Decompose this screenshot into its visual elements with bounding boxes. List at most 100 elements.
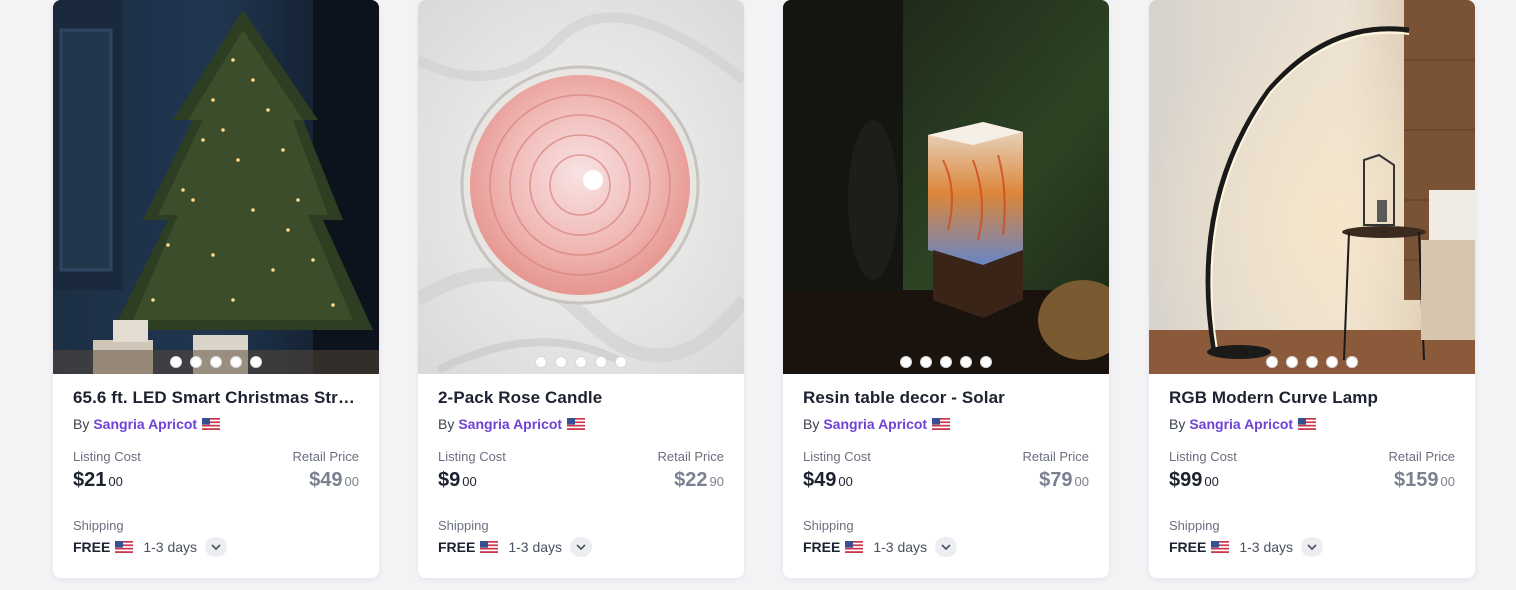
shipping-label: Shipping — [803, 518, 854, 533]
carousel-dot[interactable] — [555, 356, 567, 368]
retail-price-label: Retail Price — [1022, 449, 1089, 464]
carousel-dot[interactable] — [575, 356, 587, 368]
seller-line: By Sangria Apricot — [438, 415, 724, 433]
carousel-dot[interactable] — [190, 356, 202, 368]
shipping-days: 1-3 days — [873, 539, 928, 555]
listing-cost: Listing Cost $9 00 — [438, 449, 506, 492]
price-row: Listing Cost $21 00 Retail Price $49 00 — [73, 449, 359, 492]
product-image-carousel[interactable] — [418, 0, 744, 374]
listing-cost-value: $21 00 — [73, 468, 141, 492]
carousel-dots — [783, 356, 1109, 368]
listing-dollars: $49 — [803, 469, 837, 491]
retail-dollars: $49 — [309, 469, 343, 491]
product-title[interactable]: Resin table decor - Solar — [803, 387, 1089, 409]
carousel-dot[interactable] — [960, 356, 972, 368]
shipping-expand-button[interactable] — [1301, 537, 1324, 557]
carousel-dot[interactable] — [1306, 356, 1318, 368]
carousel-dot[interactable] — [1326, 356, 1338, 368]
us-flag-icon — [845, 541, 864, 553]
shipping-row: FREE 1-3 days — [73, 537, 359, 557]
carousel-dot[interactable] — [230, 356, 242, 368]
listing-cost: Listing Cost $99 00 — [1169, 449, 1237, 492]
listing-cost-label: Listing Cost — [803, 449, 871, 464]
shipping-expand-button[interactable] — [205, 537, 228, 557]
listing-cents: 00 — [1204, 474, 1219, 489]
shipping-free: FREE — [73, 539, 111, 555]
listing-dollars: $21 — [73, 469, 107, 491]
product-image-carousel[interactable] — [53, 0, 379, 374]
seller-link[interactable]: Sangria Apricot — [1189, 415, 1293, 433]
shipping-expand-button[interactable] — [935, 537, 958, 557]
retail-price-value: $49 00 — [293, 468, 359, 492]
curve-lamp-image — [1149, 0, 1475, 374]
by-label: By — [1169, 416, 1186, 432]
carousel-dot[interactable] — [920, 356, 932, 368]
product-card[interactable]: 2-Pack Rose Candle By Sangria Apricot Li… — [418, 0, 744, 578]
product-image-carousel[interactable] — [1149, 0, 1475, 374]
carousel-dot[interactable] — [210, 356, 222, 368]
retail-price: Retail Price $22 90 — [658, 449, 724, 492]
retail-price: Retail Price $79 00 — [1023, 449, 1089, 492]
product-card[interactable]: 65.6 ft. LED Smart Christmas Str… By San… — [53, 0, 379, 578]
carousel-dot[interactable] — [250, 356, 262, 368]
listing-cents: 00 — [108, 474, 123, 489]
carousel-dot[interactable] — [595, 356, 607, 368]
product-image-carousel[interactable] — [783, 0, 1109, 374]
listing-cost-label: Listing Cost — [73, 449, 141, 464]
shipping-free: FREE — [803, 539, 841, 555]
carousel-dots — [1149, 356, 1475, 368]
carousel-dot[interactable] — [170, 356, 182, 368]
listing-cost-value: $99 00 — [1169, 468, 1237, 492]
shipping-section: Shipping FREE 1-3 days — [803, 518, 1089, 557]
product-grid: 65.6 ft. LED Smart Christmas Str… By San… — [0, 0, 1516, 590]
product-title[interactable]: 65.6 ft. LED Smart Christmas Str… — [73, 387, 359, 409]
retail-price-value: $79 00 — [1023, 468, 1089, 492]
retail-cents: 00 — [1074, 474, 1089, 489]
carousel-dot[interactable] — [1286, 356, 1298, 368]
seller-link[interactable]: Sangria Apricot — [93, 415, 197, 433]
carousel-dot[interactable] — [535, 356, 547, 368]
shipping-label: Shipping — [438, 518, 489, 533]
retail-dollars: $22 — [674, 469, 708, 491]
chevron-down-icon — [941, 544, 951, 550]
carousel-dot[interactable] — [1346, 356, 1358, 368]
seller-line: By Sangria Apricot — [1169, 415, 1455, 433]
us-flag-icon — [932, 418, 951, 430]
carousel-dot[interactable] — [940, 356, 952, 368]
product-title[interactable]: RGB Modern Curve Lamp — [1169, 387, 1455, 409]
shipping-label: Shipping — [1169, 518, 1220, 533]
seller-line: By Sangria Apricot — [73, 415, 359, 433]
shipping-row: FREE 1-3 days — [1169, 537, 1455, 557]
rose-candle-image — [418, 0, 744, 374]
carousel-dot[interactable] — [615, 356, 627, 368]
listing-cost-value: $49 00 — [803, 468, 871, 492]
carousel-dot[interactable] — [980, 356, 992, 368]
product-title[interactable]: 2-Pack Rose Candle — [438, 387, 724, 409]
shipping-label: Shipping — [73, 518, 124, 533]
shipping-section: Shipping FREE 1-3 days — [1169, 518, 1455, 557]
carousel-dot[interactable] — [1266, 356, 1278, 368]
listing-dollars: $9 — [438, 469, 461, 491]
shipping-days: 1-3 days — [1239, 539, 1294, 555]
shipping-days: 1-3 days — [508, 539, 563, 555]
listing-cost: Listing Cost $49 00 — [803, 449, 871, 492]
shipping-section: Shipping FREE 1-3 days — [73, 518, 359, 557]
retail-price: Retail Price $159 00 — [1389, 449, 1455, 492]
seller-link[interactable]: Sangria Apricot — [458, 415, 562, 433]
product-card[interactable]: Resin table decor - Solar By Sangria Apr… — [783, 0, 1109, 578]
carousel-dot[interactable] — [900, 356, 912, 368]
seller-link[interactable]: Sangria Apricot — [823, 415, 927, 433]
seller-line: By Sangria Apricot — [803, 415, 1089, 433]
product-card[interactable]: RGB Modern Curve Lamp By Sangria Apricot… — [1149, 0, 1475, 578]
shipping-section: Shipping FREE 1-3 days — [438, 518, 724, 557]
listing-dollars: $99 — [1169, 469, 1203, 491]
listing-cost-value: $9 00 — [438, 468, 506, 492]
retail-price-value: $22 90 — [658, 468, 724, 492]
retail-price-label: Retail Price — [292, 449, 359, 464]
chevron-down-icon — [576, 544, 586, 550]
us-flag-icon — [567, 418, 586, 430]
retail-cents: 90 — [709, 474, 724, 489]
shipping-expand-button[interactable] — [570, 537, 593, 557]
listing-cost-label: Listing Cost — [1169, 449, 1237, 464]
price-row: Listing Cost $49 00 Retail Price $79 00 — [803, 449, 1089, 492]
